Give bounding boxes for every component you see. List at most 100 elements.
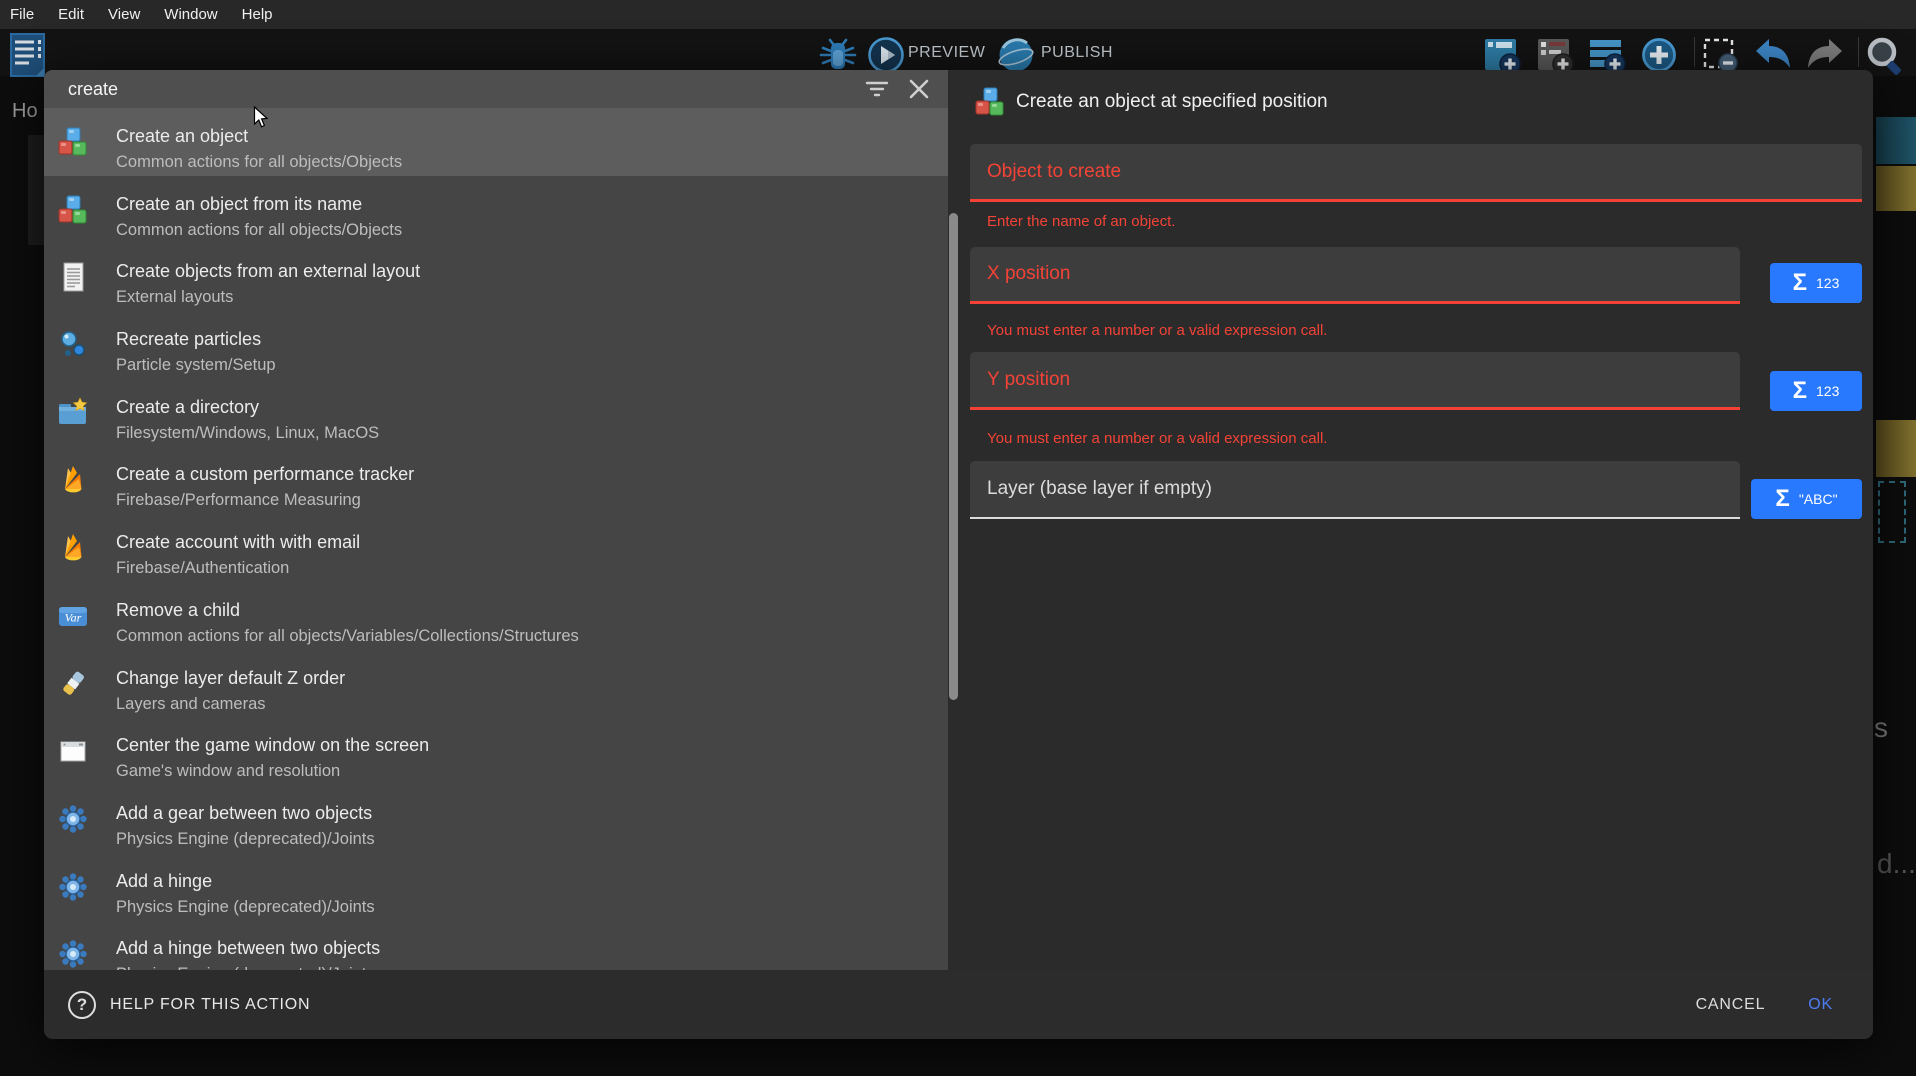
menu-bar: File Edit View Window Help bbox=[0, 0, 1916, 29]
search-input[interactable]: create bbox=[44, 79, 864, 100]
action-result-item[interactable]: Center the game window on the screen Gam… bbox=[44, 717, 948, 785]
sigma-icon: Σ bbox=[1793, 271, 1807, 295]
menu-file[interactable]: File bbox=[0, 0, 46, 29]
result-title: Create account with with email bbox=[116, 529, 360, 555]
cancel-button[interactable]: CANCEL bbox=[1696, 996, 1766, 1014]
menu-window[interactable]: Window bbox=[152, 0, 229, 29]
cubes-icon bbox=[57, 194, 89, 226]
close-icon[interactable] bbox=[906, 76, 932, 102]
cubes-icon bbox=[974, 86, 1006, 118]
ok-button[interactable]: OK bbox=[1808, 996, 1833, 1014]
background-selection-outline bbox=[1878, 481, 1906, 543]
result-subtitle: Game's window and resolution bbox=[116, 758, 429, 785]
firebase-icon bbox=[57, 532, 89, 564]
app-menu-icon[interactable] bbox=[10, 33, 46, 79]
object-field-helper: Enter the name of an object. bbox=[987, 213, 1175, 230]
home-tab-label[interactable]: Ho bbox=[12, 100, 38, 123]
result-title: Center the game window on the screen bbox=[116, 732, 429, 758]
folder-icon bbox=[57, 397, 89, 429]
menu-view[interactable]: View bbox=[96, 0, 152, 29]
gear-icon bbox=[57, 871, 89, 903]
publish-globe-icon[interactable] bbox=[997, 36, 1035, 74]
toolbar-divider bbox=[1694, 37, 1695, 67]
gear-icon bbox=[57, 938, 89, 970]
action-search-pane: create Create an object Common actions f… bbox=[44, 70, 948, 974]
action-result-item[interactable]: Add a hinge Physics Engine (deprecated)/… bbox=[44, 853, 948, 921]
result-title: Create a directory bbox=[116, 394, 379, 420]
sigma-icon: Σ bbox=[1793, 379, 1807, 403]
y-position-error: You must enter a number or a valid expre… bbox=[987, 430, 1327, 447]
debug-icon[interactable] bbox=[817, 38, 859, 72]
window-icon bbox=[57, 735, 89, 767]
action-result-item[interactable]: Create objects from an external layout E… bbox=[44, 243, 948, 311]
gear-icon bbox=[57, 803, 89, 835]
y-expression-button[interactable]: Σ 123 bbox=[1770, 371, 1862, 411]
action-results-list: Create an object Common actions for all … bbox=[44, 108, 948, 974]
app-window: File Edit View Window Help bbox=[0, 0, 1916, 1076]
action-editor-title: Create an object at specified position bbox=[1016, 91, 1328, 113]
result-subtitle: Physics Engine (deprecated)/Joints bbox=[116, 894, 375, 921]
result-subtitle: Firebase/Performance Measuring bbox=[116, 487, 414, 514]
background-object-thumbnail bbox=[1876, 420, 1916, 477]
help-circle-icon: ? bbox=[68, 991, 96, 1019]
var-icon bbox=[57, 600, 89, 632]
redo-icon[interactable] bbox=[1804, 36, 1846, 74]
result-title: Add a hinge bbox=[116, 868, 375, 894]
result-title: Recreate particles bbox=[116, 326, 276, 352]
help-for-this-action-button[interactable]: ? HELP FOR THIS ACTION bbox=[68, 991, 310, 1019]
result-title: Remove a child bbox=[116, 597, 579, 623]
background-panel-sliver bbox=[28, 135, 44, 245]
background-text-fragment: d... bbox=[1877, 848, 1916, 880]
action-result-item[interactable]: Create a custom performance tracker Fire… bbox=[44, 446, 948, 514]
action-result-item[interactable]: Remove a child Common actions for all ob… bbox=[44, 582, 948, 650]
object-to-create-field[interactable]: Object to create bbox=[970, 144, 1862, 202]
action-result-item[interactable]: Recreate particles Particle system/Setup bbox=[44, 311, 948, 379]
y-position-field[interactable]: Y position bbox=[970, 352, 1740, 410]
results-scrollbar[interactable] bbox=[949, 213, 958, 700]
toolbar-divider bbox=[1858, 37, 1859, 67]
result-title: Change layer default Z order bbox=[116, 665, 345, 691]
background-object-thumbnail bbox=[1876, 117, 1916, 164]
result-subtitle: Filesystem/Windows, Linux, MacOS bbox=[116, 420, 379, 447]
layer-expression-button[interactable]: Σ "ABC" bbox=[1751, 479, 1862, 519]
menu-edit[interactable]: Edit bbox=[46, 0, 96, 29]
search-header: create bbox=[44, 70, 948, 108]
cubes-icon bbox=[57, 126, 89, 158]
result-subtitle: Common actions for all objects/Objects bbox=[116, 217, 402, 244]
x-position-field[interactable]: X position bbox=[970, 247, 1740, 304]
result-subtitle: Common actions for all objects/Variables… bbox=[116, 623, 579, 650]
action-result-item[interactable]: Create an object Common actions for all … bbox=[44, 108, 948, 176]
result-subtitle: Particle system/Setup bbox=[116, 352, 276, 379]
result-subtitle: Common actions for all objects/Objects bbox=[116, 149, 402, 176]
result-title: Create an object from its name bbox=[116, 191, 402, 217]
action-editor-pane: Create an object at specified position bbox=[962, 70, 1873, 970]
undo-icon[interactable] bbox=[1752, 36, 1794, 74]
background-text-fragment: s bbox=[1874, 712, 1888, 744]
layer-field[interactable]: Layer (base layer if empty) bbox=[970, 461, 1740, 519]
result-title: Create a custom performance tracker bbox=[116, 461, 414, 487]
action-result-item[interactable]: Add a gear between two objects Physics E… bbox=[44, 785, 948, 853]
result-subtitle: Firebase/Authentication bbox=[116, 555, 360, 582]
result-title: Add a gear between two objects bbox=[116, 800, 375, 826]
preview-label[interactable]: PREVIEW bbox=[908, 29, 985, 76]
toolbar: PREVIEW PUBLISH bbox=[0, 29, 1916, 76]
particles-icon bbox=[57, 329, 89, 361]
action-result-item[interactable]: Create account with with email Firebase/… bbox=[44, 514, 948, 582]
document-icon bbox=[57, 261, 89, 293]
x-position-error: You must enter a number or a valid expre… bbox=[987, 322, 1327, 339]
action-result-item[interactable]: Create a directory Filesystem/Windows, L… bbox=[44, 379, 948, 447]
result-title: Create objects from an external layout bbox=[116, 258, 420, 284]
firebase-icon bbox=[57, 464, 89, 496]
choose-action-dialog: create Create an object Common actions f… bbox=[44, 70, 1873, 1039]
result-title: Add a hinge between two objects bbox=[116, 935, 380, 961]
x-expression-button[interactable]: Σ 123 bbox=[1770, 263, 1862, 303]
result-subtitle: Layers and cameras bbox=[116, 691, 345, 718]
preview-play-icon[interactable] bbox=[867, 36, 905, 74]
result-subtitle: External layouts bbox=[116, 284, 420, 311]
publish-label[interactable]: PUBLISH bbox=[1041, 29, 1113, 76]
filter-icon[interactable] bbox=[864, 76, 890, 102]
menu-help[interactable]: Help bbox=[230, 0, 285, 29]
action-result-item[interactable]: Create an object from its name Common ac… bbox=[44, 176, 948, 244]
action-result-item[interactable]: Add a hinge between two objects Physics … bbox=[44, 920, 948, 974]
action-result-item[interactable]: Change layer default Z order Layers and … bbox=[44, 650, 948, 718]
